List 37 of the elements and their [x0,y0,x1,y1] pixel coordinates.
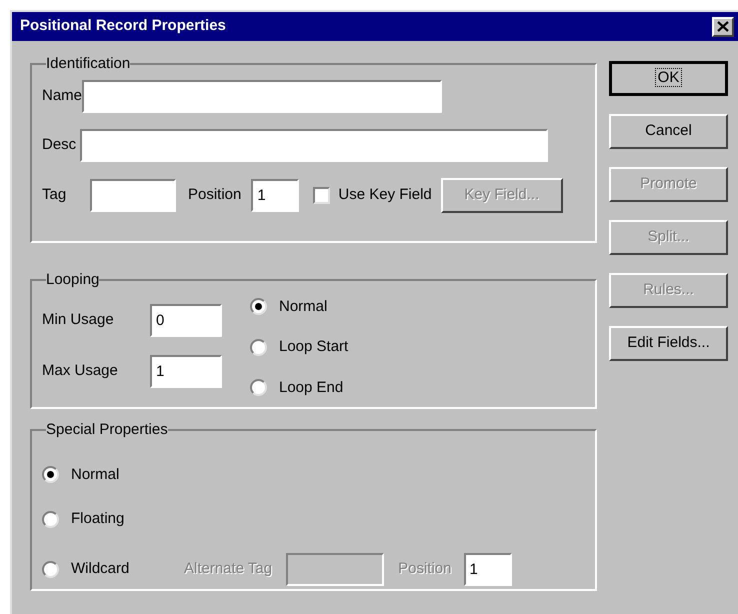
position-field[interactable]: 1 [251,178,300,212]
field-label: Normal [71,464,120,484]
field-label: Tag [42,184,68,205]
field-label: Normal [279,296,328,316]
radio-button[interactable] [250,298,267,316]
min-usage-field[interactable]: 0 [150,304,222,336]
tag-field[interactable] [90,178,176,212]
max-usage-field[interactable]: 1 [150,354,222,388]
radio-button[interactable] [42,510,59,528]
name-field[interactable] [82,80,442,112]
field-label: Position [398,558,452,579]
dialog-button[interactable]: OK [609,61,728,96]
close-icon [717,21,729,32]
dialog-button[interactable]: Cancel [609,114,728,149]
close-button[interactable] [712,16,734,36]
field-label: Loop Start [279,337,348,357]
checkbox[interactable] [313,186,330,204]
radio-button[interactable] [42,560,59,578]
field-label: Loop End [279,378,344,398]
group-title: Identification [46,54,130,74]
radio-button[interactable] [42,466,59,484]
field-label: Floating [71,509,124,529]
group-title: Looping [46,270,100,290]
field-label: Alternate Tag [184,558,272,579]
radio-button[interactable] [250,379,267,396]
field-label: Min Usage [42,310,115,330]
window-title: Positional Record Properties [20,16,226,36]
field-label: Use Key Field [338,184,432,205]
group-title: Special Properties [46,420,168,440]
radio-button[interactable] [250,338,267,356]
desc-field[interactable] [80,128,548,162]
field-label: Position [188,184,242,205]
dialog-button[interactable]: Edit Fields... [609,326,728,361]
field-label: Max Usage [42,360,119,381]
field-label: Wildcard [71,558,130,579]
field-label: Name [42,86,82,106]
field-label: Desc [42,134,76,155]
